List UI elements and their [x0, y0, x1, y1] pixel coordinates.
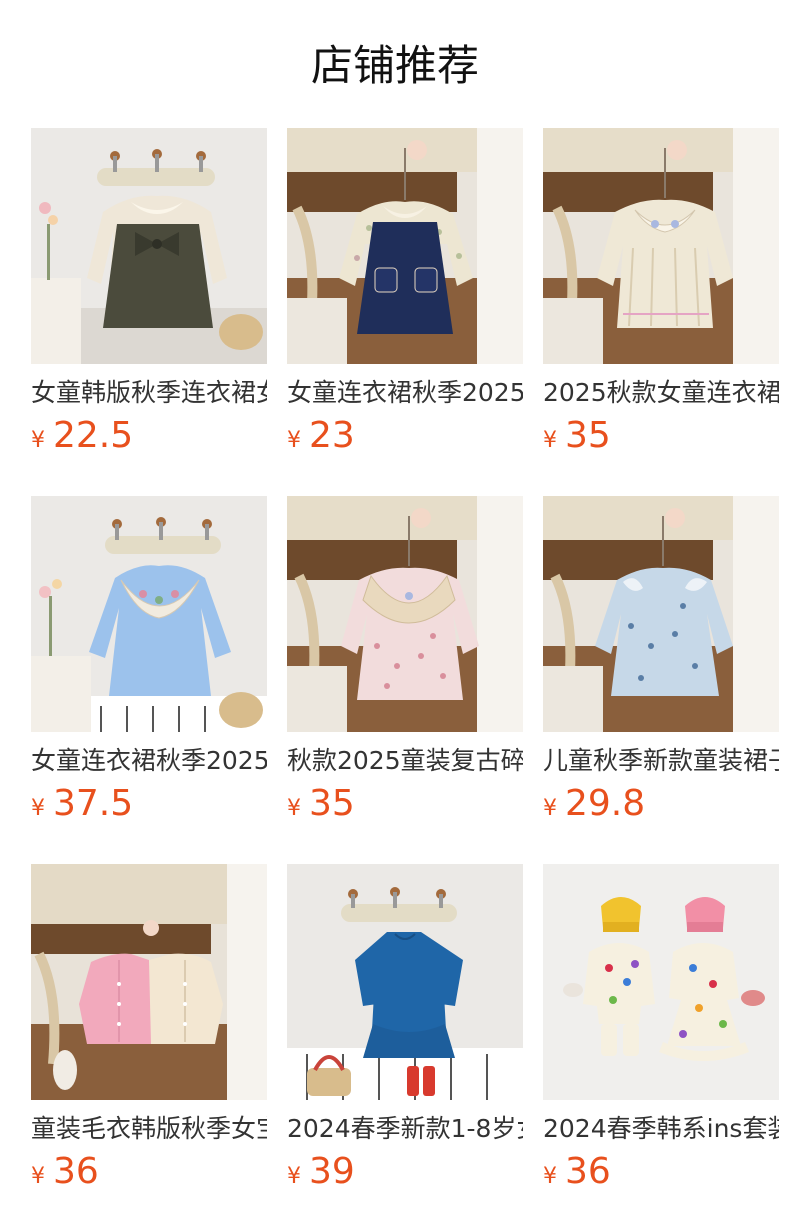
product-card[interactable]: 2024春季新款1-8岁女童 ¥ 39	[287, 864, 523, 1232]
product-card[interactable]: 秋款2025童装复古碎花裙 ¥ 35	[287, 496, 523, 864]
store-recommendations-page: 店铺推荐 女童韩版秋季连衣裙 ¥ 22.5 女童连衣裙秋季2025 ¥ 23 2…	[0, 0, 790, 1232]
product-price: ¥ 36	[31, 1150, 267, 1194]
product-image[interactable]	[31, 128, 267, 364]
product-name[interactable]: 女童韩版秋季连衣裙女宝宝	[31, 376, 267, 410]
product-name[interactable]: 女童连衣裙秋季2025新款	[31, 744, 267, 778]
product-name[interactable]: 2025秋款女童连衣裙洋气	[543, 376, 779, 410]
product-card[interactable]: 2024春季韩系ins套装女 ¥ 36	[543, 864, 779, 1232]
product-image[interactable]	[543, 128, 779, 364]
currency-symbol: ¥	[31, 428, 45, 453]
price-amount: 22.5	[53, 415, 134, 456]
product-image[interactable]	[287, 128, 523, 364]
price-amount: 39	[309, 1151, 355, 1192]
product-image[interactable]	[287, 496, 523, 732]
product-name[interactable]: 儿童秋季新款童装裙子女	[543, 744, 779, 778]
currency-symbol: ¥	[287, 428, 301, 453]
product-price: ¥ 39	[287, 1150, 523, 1194]
price-amount: 35	[565, 415, 611, 456]
price-amount: 29.8	[565, 783, 646, 824]
product-image[interactable]	[287, 864, 523, 1100]
price-amount: 36	[53, 1151, 99, 1192]
currency-symbol: ¥	[543, 428, 557, 453]
product-name[interactable]: 童装毛衣韩版秋季女宝宝	[31, 1112, 267, 1146]
price-amount: 37.5	[53, 783, 134, 824]
product-price: ¥ 35	[543, 414, 779, 458]
product-grid: 女童韩版秋季连衣裙女宝宝 ¥ 22.5	[31, 128, 779, 1232]
product-price: ¥ 23	[287, 414, 523, 458]
currency-symbol: ¥	[31, 1164, 45, 1189]
currency-symbol: ¥	[543, 1164, 557, 1189]
product-price: ¥ 37.5	[31, 782, 267, 826]
price-amount: 23	[309, 415, 355, 456]
product-image[interactable]	[31, 864, 267, 1100]
currency-symbol: ¥	[31, 796, 45, 821]
product-image[interactable]	[31, 496, 267, 732]
product-card[interactable]: 女童连衣裙秋季2025新款 ¥ 37.5	[31, 496, 267, 864]
product-price: ¥ 36	[543, 1150, 779, 1194]
product-image[interactable]	[543, 496, 779, 732]
currency-symbol: ¥	[543, 796, 557, 821]
price-amount: 36	[565, 1151, 611, 1192]
product-price: ¥ 22.5	[31, 414, 267, 458]
product-name[interactable]: 女童连衣裙秋季2025新款	[287, 376, 523, 410]
product-card[interactable]: 女童韩版秋季连衣裙女宝宝 ¥ 22.5	[31, 128, 267, 496]
product-price: ¥ 29.8	[543, 782, 779, 826]
currency-symbol: ¥	[287, 796, 301, 821]
product-card[interactable]: 女童连衣裙秋季2025新款 ¥ 23	[287, 128, 523, 496]
product-name[interactable]: 2024春季韩系ins套装女	[543, 1112, 779, 1146]
product-name[interactable]: 秋款2025童装复古碎花裙	[287, 744, 523, 778]
product-image[interactable]	[543, 864, 779, 1100]
product-card[interactable]: 2025秋款女童连衣裙洋气 ¥ 35	[543, 128, 779, 496]
product-card[interactable]: 童装毛衣韩版秋季女宝宝 ¥ 36	[31, 864, 267, 1232]
product-card[interactable]: 儿童秋季新款童装裙子女 ¥ 29.8	[543, 496, 779, 864]
page-title: 店铺推荐	[310, 41, 479, 90]
product-name[interactable]: 2024春季新款1-8岁女童	[287, 1112, 523, 1146]
currency-symbol: ¥	[287, 1164, 301, 1189]
product-price: ¥ 35	[287, 782, 523, 826]
price-amount: 35	[309, 783, 355, 824]
